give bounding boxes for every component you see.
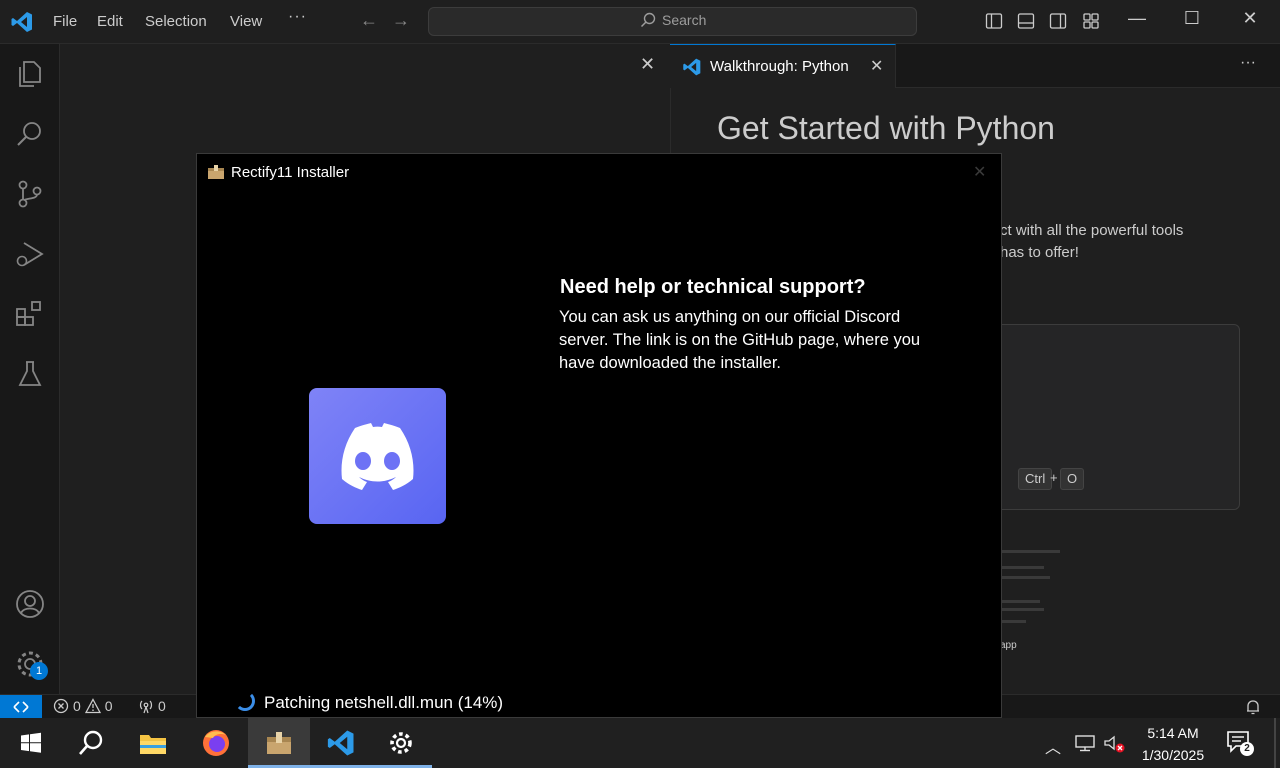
error-icon	[53, 698, 69, 714]
more-actions-button[interactable]: ···	[1240, 54, 1256, 72]
thumbnail-app-label: app	[1000, 640, 1017, 651]
file-explorer-icon	[140, 735, 166, 754]
thumbnail-line	[1000, 620, 1026, 623]
shortcut-key-o: O	[1060, 468, 1085, 490]
warning-count: 0	[104, 698, 113, 714]
taskbar-rectify11-installer[interactable]	[248, 718, 310, 768]
search-view-icon[interactable]	[14, 118, 46, 150]
help-body-text: You can ask us anything on our official …	[559, 308, 921, 372]
menu-selection[interactable]: Selection	[145, 13, 207, 30]
vscode-logo-icon	[11, 12, 32, 32]
thumbnail-line	[1000, 576, 1050, 579]
walkthrough-step-card[interactable]	[960, 324, 1240, 510]
windows-logo-icon	[21, 732, 41, 753]
toggle-panel-icon[interactable]	[1017, 12, 1035, 30]
taskbar-settings[interactable]	[370, 718, 432, 768]
command-center-search[interactable]: Search	[428, 7, 917, 36]
thumbnail-line	[1000, 550, 1060, 553]
run-and-debug-icon[interactable]	[14, 238, 46, 270]
ports-status-button[interactable]: 0	[138, 698, 166, 714]
walkthrough-title: Get Started with Python	[717, 110, 1055, 146]
tab-walkthrough-python[interactable]: Walkthrough: Python ✕	[670, 44, 896, 88]
remote-indicator-button[interactable]	[0, 695, 42, 719]
installer-dialog: Rectify11 Installer ✕ Need help or techn…	[196, 153, 1002, 718]
search-placeholder: Search	[662, 12, 707, 28]
start-button[interactable]	[0, 718, 62, 768]
taskbar-clock[interactable]: 5:14 AM 1/30/2025	[1128, 722, 1218, 766]
ports-count: 0	[158, 698, 166, 714]
search-icon	[640, 12, 656, 28]
network-icon[interactable]	[1074, 734, 1096, 752]
testing-flask-icon[interactable]	[14, 358, 46, 390]
taskbar-search-icon	[79, 730, 103, 755]
progress-status-text: Patching netshell.dll.mun (14%)	[264, 693, 504, 712]
volume-muted-icon[interactable]	[1103, 734, 1127, 754]
walkthrough-desc-line1: ct with all the powerful tools	[1000, 222, 1184, 239]
activity-bar: 1	[0, 44, 60, 694]
explorer-icon[interactable]	[14, 58, 46, 90]
thumbnail-line	[1000, 600, 1040, 603]
more-menu-button[interactable]: ···	[288, 8, 307, 26]
vscode-tab-icon	[683, 58, 701, 76]
minimize-button[interactable]: —	[1122, 8, 1152, 29]
settings-gear-icon	[390, 732, 412, 754]
show-desktop-button[interactable]	[1274, 718, 1276, 768]
menu-view[interactable]: View	[230, 13, 262, 30]
toggle-primary-sidebar-icon[interactable]	[985, 12, 1003, 30]
toggle-secondary-sidebar-icon[interactable]	[1049, 12, 1067, 30]
installer-box-icon	[208, 165, 224, 179]
taskbar-file-explorer[interactable]	[122, 718, 184, 768]
source-control-icon[interactable]	[14, 178, 46, 210]
installer-close-button[interactable]: ✕	[973, 162, 986, 182]
taskbar-search-button[interactable]	[60, 718, 122, 768]
thumbnail-line	[1000, 566, 1044, 569]
thumbnail-line	[1000, 608, 1044, 611]
customize-layout-icon[interactable]	[1082, 12, 1100, 30]
walkthrough-description: ct with all the powerful tools has to of…	[980, 220, 1220, 264]
windows-taskbar: ︿ 5:14 AM 1/30/2025 2	[0, 718, 1280, 768]
account-icon[interactable]	[14, 588, 46, 620]
menu-file[interactable]: File	[53, 13, 77, 30]
vscode-taskbar-icon	[327, 730, 354, 756]
tab-label: Walkthrough: Python	[710, 58, 849, 75]
taskbar-vscode[interactable]	[310, 718, 372, 768]
maximize-button[interactable]: ☐	[1177, 8, 1207, 29]
forward-arrow-icon[interactable]: →	[392, 10, 410, 31]
shortcut-plus: +	[1050, 470, 1058, 485]
extensions-icon[interactable]	[14, 298, 46, 330]
tab-close-button[interactable]: ✕	[870, 56, 883, 76]
clock-date: 1/30/2025	[1141, 747, 1205, 763]
firefox-icon	[203, 730, 229, 756]
settings-update-badge: 1	[30, 662, 48, 680]
warning-icon	[84, 698, 101, 714]
notification-count-badge: 2	[1240, 742, 1254, 756]
back-arrow-icon[interactable]: ←	[360, 10, 378, 31]
editor-group-close-button[interactable]: ✕	[640, 54, 655, 75]
show-hidden-icons-chevron-icon[interactable]: ︿	[1045, 734, 1061, 758]
loading-spinner-icon	[235, 691, 255, 711]
remote-icon	[13, 701, 29, 713]
rectify11-installer-icon	[267, 732, 291, 754]
notifications-bell-icon[interactable]	[1244, 698, 1262, 716]
shortcut-key-ctrl: Ctrl	[1018, 468, 1053, 490]
discord-icon	[341, 423, 414, 490]
clock-time: 5:14 AM	[1147, 725, 1199, 741]
error-count: 0	[73, 698, 81, 714]
close-window-button[interactable]: ✕	[1235, 8, 1265, 29]
tab-strip: Walkthrough: Python ✕	[670, 44, 1280, 88]
walkthrough-desc-line2: has to offer!	[1000, 244, 1079, 261]
help-heading: Need help or technical support?	[560, 276, 866, 298]
discord-logo	[309, 388, 446, 524]
action-center-button[interactable]: 2	[1226, 730, 1254, 756]
title-bar: File Edit Selection View ··· ← → Search …	[0, 0, 1280, 44]
taskbar-firefox[interactable]	[185, 718, 247, 768]
problems-status-button[interactable]: 0 0	[53, 698, 113, 714]
broadcast-icon	[139, 700, 153, 714]
menu-edit[interactable]: Edit	[97, 13, 123, 30]
installer-title: Rectify11 Installer	[231, 164, 350, 181]
